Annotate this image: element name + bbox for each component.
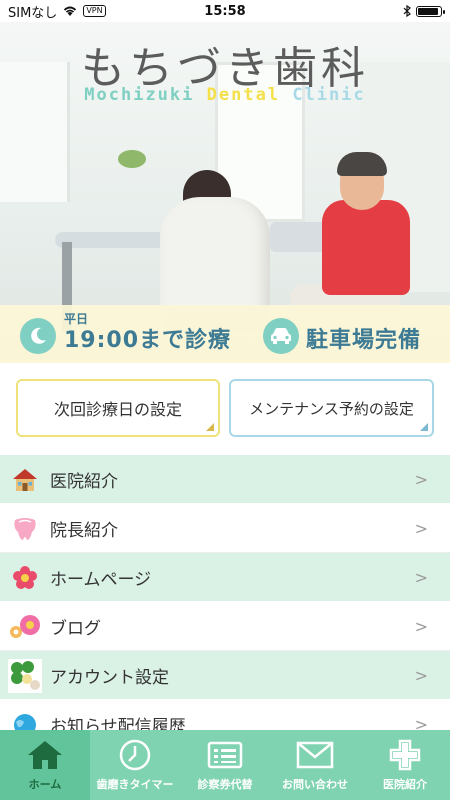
hero-doctor-body	[322, 200, 410, 295]
tab-contact[interactable]: お問い合わせ	[270, 730, 360, 800]
flower-icon	[8, 561, 42, 595]
next-appointment-label: 次回診療日の設定	[53, 400, 182, 419]
menu-item-homepage[interactable]: ホームページ >	[0, 553, 450, 602]
hours-text: 19:00まで診療	[64, 328, 232, 353]
tab-label: 医院紹介	[383, 778, 427, 791]
menu-item-label: ホームページ	[50, 569, 152, 590]
tab-clinic-intro[interactable]: 医院紹介	[360, 730, 450, 800]
menu-item-clinic-intro[interactable]: 医院紹介 >	[0, 455, 450, 504]
menu-item-label: お知らせ配信履歴	[50, 716, 186, 731]
tab-label: お問い合わせ	[282, 778, 348, 791]
hero-doctor-hair	[337, 152, 387, 176]
menu-item-label: ブログ	[50, 618, 101, 639]
menu-item-blog[interactable]: ブログ >	[0, 602, 450, 651]
mail-icon	[296, 738, 334, 772]
tooth-icon	[8, 512, 42, 546]
subtitle-word-1: Mochizuki	[84, 85, 195, 105]
house-icon	[8, 463, 42, 497]
corner-triangle-icon	[206, 423, 214, 431]
chevron-right-icon: >	[414, 616, 428, 636]
menu-item-director-intro[interactable]: 院長紹介 >	[0, 504, 450, 553]
corner-triangle-icon	[420, 423, 428, 431]
chevron-right-icon: >	[414, 665, 428, 685]
tab-patient-card[interactable]: 診察券代替	[180, 730, 270, 800]
chevron-right-icon: >	[414, 469, 428, 489]
flowers-icon	[8, 610, 42, 644]
parking-text: 駐車場完備	[306, 328, 422, 353]
subtitle-word-3: Clinic	[292, 85, 366, 105]
clover-icon	[8, 659, 42, 693]
battery-icon	[416, 5, 445, 17]
tab-label: ホーム	[28, 778, 62, 791]
timer-icon	[118, 738, 152, 772]
chevron-right-icon: >	[414, 518, 428, 538]
bottom-tab-bar: ホーム 歯磨きタイマー 診察券代替 お問い合わせ 医院紹介	[0, 730, 450, 800]
menu-item-label: アカウント設定	[50, 667, 169, 688]
menu-item-label: 医院紹介	[50, 471, 118, 492]
car-icon	[263, 318, 299, 354]
tab-label: 歯磨きタイマー	[96, 778, 174, 791]
subtitle-word-2: Dental	[206, 85, 281, 105]
home-icon	[26, 738, 64, 772]
menu-item-label: 院長紹介	[50, 520, 118, 541]
moon-icon	[20, 318, 56, 354]
menu-item-notification-history[interactable]: お知らせ配信履歴 >	[0, 700, 450, 730]
menu-item-account-settings[interactable]: アカウント設定 >	[0, 651, 450, 700]
maintenance-button[interactable]: メンテナンス予約の設定	[229, 379, 434, 437]
tab-brushing-timer[interactable]: 歯磨きタイマー	[90, 730, 180, 800]
chevron-right-icon: >	[414, 714, 428, 731]
card-icon	[207, 738, 243, 772]
menu-list: 医院紹介 > 院長紹介 > ホームページ > ブログ > アカウント設定 > お…	[0, 455, 450, 730]
status-bar: SIMなし VPN 15:58	[0, 0, 450, 22]
next-appointment-button[interactable]: 次回診療日の設定	[16, 379, 220, 437]
maintenance-label: メンテナンス予約の設定	[249, 399, 414, 418]
status-time: 15:58	[204, 3, 246, 19]
hero-plant	[118, 150, 146, 168]
cross-icon	[389, 738, 421, 772]
globe-icon	[8, 708, 42, 730]
clinic-name-english: Mochizuki Dental Clinic	[0, 85, 450, 105]
chevron-right-icon: >	[414, 567, 428, 587]
tab-label: 診察券代替	[197, 778, 253, 791]
tab-home[interactable]: ホーム	[0, 730, 90, 800]
